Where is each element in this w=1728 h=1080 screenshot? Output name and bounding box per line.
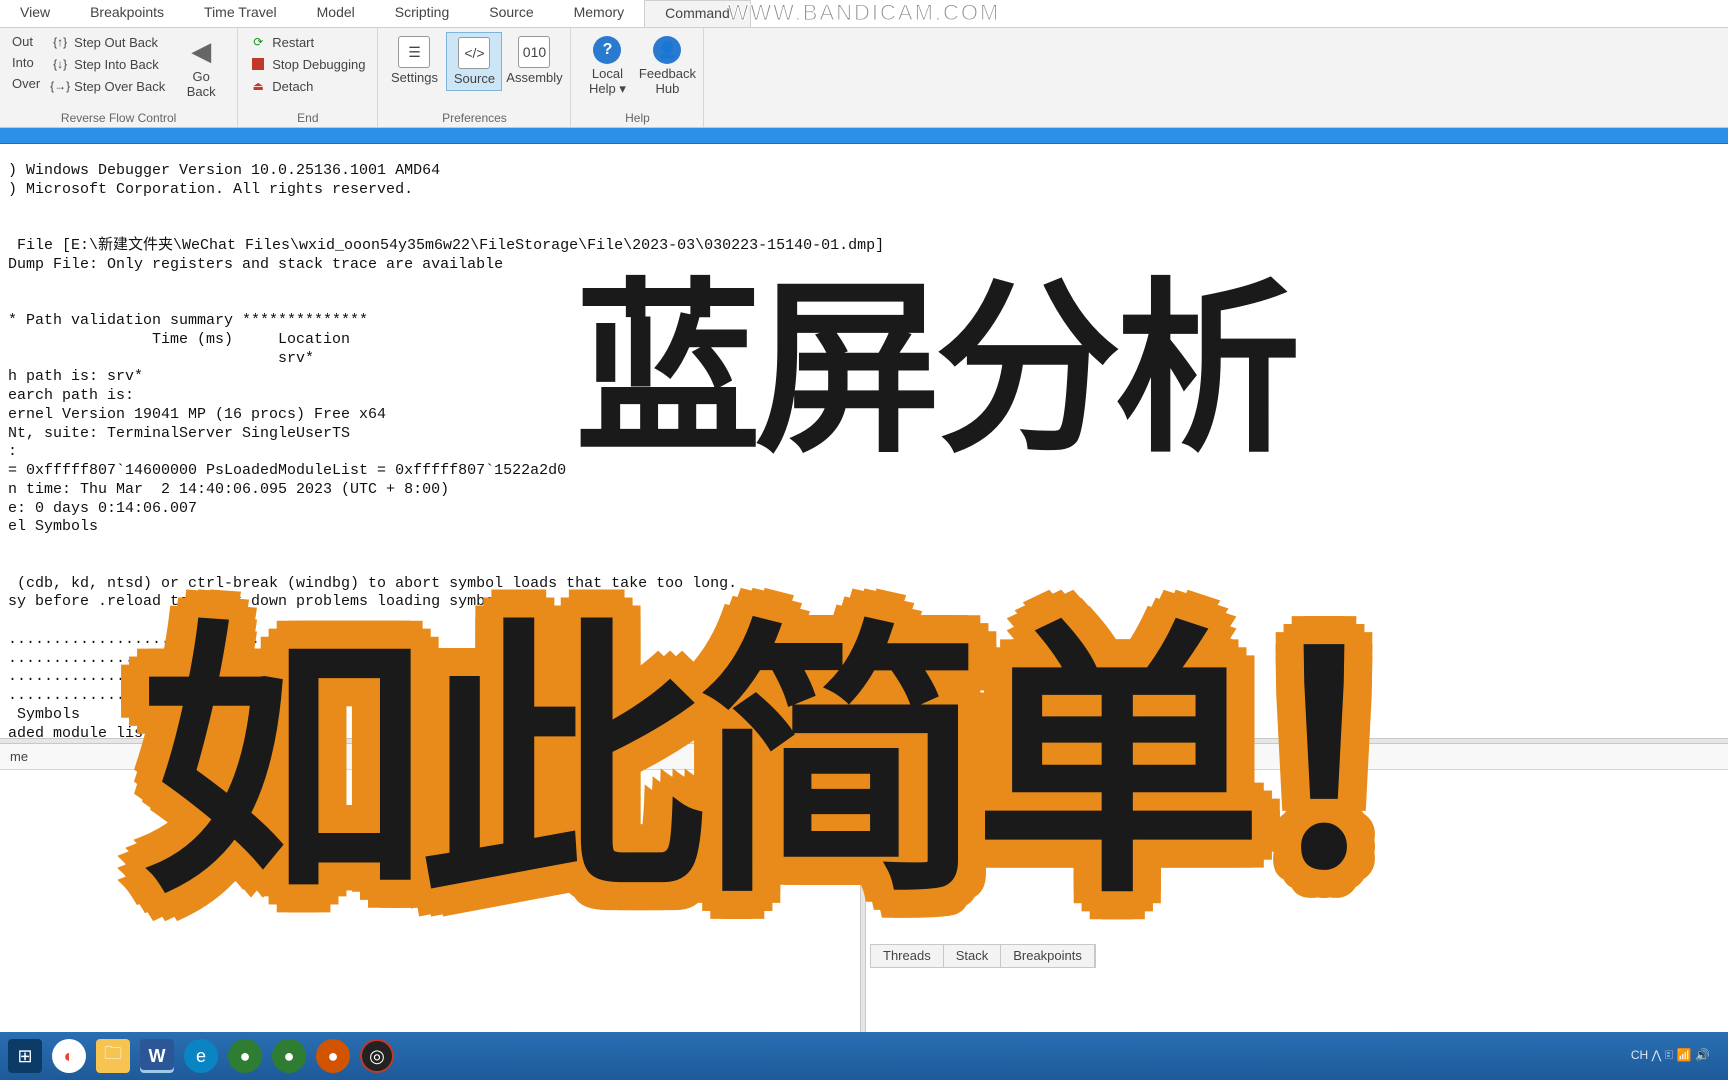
- ribbon-tab-strip: View Breakpoints Time Travel Model Scrip…: [0, 0, 1728, 28]
- go-back-icon: ◀: [191, 36, 211, 67]
- command-pane-titlebar[interactable]: [0, 128, 1728, 144]
- step-into-label[interactable]: Into: [8, 53, 44, 72]
- taskbar-chrome-icon[interactable]: ◐: [52, 1039, 86, 1073]
- assembly-button[interactable]: 010Assembly: [506, 32, 562, 89]
- group-preferences: ☰Settings </>Source 010Assembly Preferen…: [378, 28, 571, 127]
- settings-button[interactable]: ☰Settings: [386, 32, 442, 89]
- restart-button[interactable]: ⟳Restart: [246, 32, 369, 52]
- source-icon: </>: [458, 37, 490, 69]
- system-tray[interactable]: CH ⋀ 🗉 📶 🔊: [1631, 1046, 1720, 1067]
- vertical-splitter[interactable]: [860, 738, 866, 1038]
- source-pref-button[interactable]: </>Source: [446, 32, 502, 91]
- feedback-hub-button[interactable]: 👤Feedback Hub: [639, 32, 695, 100]
- taskbar-app4-icon[interactable]: ●: [316, 1039, 350, 1073]
- step-out-back-button[interactable]: {↑}Step Out Back: [48, 32, 169, 52]
- local-help-button[interactable]: ?Local Help ▾: [579, 32, 635, 101]
- taskbar-explorer-icon[interactable]: 🗀: [96, 1039, 130, 1073]
- tab-memory[interactable]: Memory: [554, 0, 645, 27]
- group-label-prefs: Preferences: [386, 109, 562, 125]
- tab-threads[interactable]: Threads: [871, 945, 944, 967]
- tab-source[interactable]: Source: [469, 0, 553, 27]
- bottom-tabs: Threads Stack Breakpoints: [870, 944, 1096, 968]
- taskbar-app3-icon[interactable]: ●: [272, 1039, 306, 1073]
- settings-icon: ☰: [398, 36, 430, 68]
- detach-button[interactable]: ⏏Detach: [246, 76, 369, 96]
- group-end: ⟳Restart Stop Debugging ⏏Detach End: [238, 28, 378, 127]
- tab-breakpoints[interactable]: Breakpoints: [70, 0, 184, 27]
- stop-icon: [250, 56, 266, 72]
- group-label-help: Help: [579, 109, 695, 125]
- step-into-back-button[interactable]: {↓}Step Into Back: [48, 54, 169, 74]
- start-button[interactable]: ⊞: [8, 1039, 42, 1073]
- detach-icon: ⏏: [250, 78, 266, 94]
- tab-stack[interactable]: Stack: [944, 945, 1002, 967]
- tab-timetravel[interactable]: Time Travel: [184, 0, 297, 27]
- ribbon-body: Out Into Over {↑}Step Out Back {↓}Step I…: [0, 28, 1728, 128]
- restart-icon: ⟳: [250, 34, 266, 50]
- go-back-button[interactable]: ◀ Go Back: [173, 32, 229, 103]
- step-into-back-icon: {↓}: [52, 56, 68, 72]
- taskbar-app-icon[interactable]: W: [140, 1039, 174, 1073]
- step-over-back-button[interactable]: {→}Step Over Back: [48, 76, 169, 96]
- tab-command[interactable]: Command: [644, 0, 751, 27]
- tab-scripting[interactable]: Scripting: [375, 0, 469, 27]
- tab-model[interactable]: Model: [297, 0, 375, 27]
- tab-breakpoints-bottom[interactable]: Breakpoints: [1001, 945, 1095, 967]
- taskbar-app5-icon[interactable]: ◎: [360, 1039, 394, 1073]
- group-help: ?Local Help ▾ 👤Feedback Hub Help: [571, 28, 704, 127]
- group-reverse-flow: Out Into Over {↑}Step Out Back {↓}Step I…: [0, 28, 238, 127]
- group-label-end: End: [246, 109, 369, 125]
- assembly-icon: 010: [518, 36, 550, 68]
- step-out-label[interactable]: Out: [8, 32, 44, 51]
- command-console-output[interactable]: ) Windows Debugger Version 10.0.25136.10…: [0, 144, 1728, 738]
- windows-taskbar: ⊞ ◐ 🗀 W e ● ● ● ◎ CH ⋀ 🗉 📶 🔊: [0, 1032, 1728, 1080]
- step-out-back-icon: {↑}: [52, 34, 68, 50]
- step-over-label[interactable]: Over: [8, 74, 44, 93]
- group-label-reverse: Reverse Flow Control: [8, 109, 229, 125]
- help-icon: ?: [593, 36, 621, 64]
- taskbar-edge-icon[interactable]: e: [184, 1039, 218, 1073]
- taskbar-app2-icon[interactable]: ●: [228, 1039, 262, 1073]
- step-over-back-icon: {→}: [52, 78, 68, 94]
- feedback-icon: 👤: [653, 36, 681, 64]
- tab-view[interactable]: View: [0, 0, 70, 27]
- stop-debugging-button[interactable]: Stop Debugging: [246, 54, 369, 74]
